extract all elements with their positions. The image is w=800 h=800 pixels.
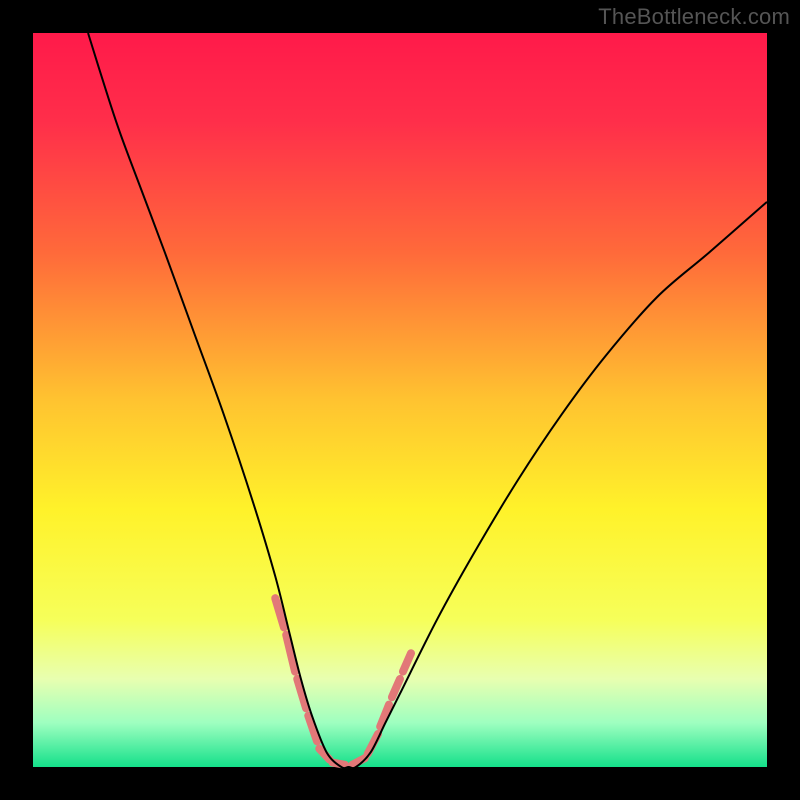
watermark-text: TheBottleneck.com <box>598 4 790 30</box>
chart-root: TheBottleneck.com <box>0 0 800 800</box>
bottleneck-chart <box>0 0 800 800</box>
plot-background <box>33 33 767 767</box>
